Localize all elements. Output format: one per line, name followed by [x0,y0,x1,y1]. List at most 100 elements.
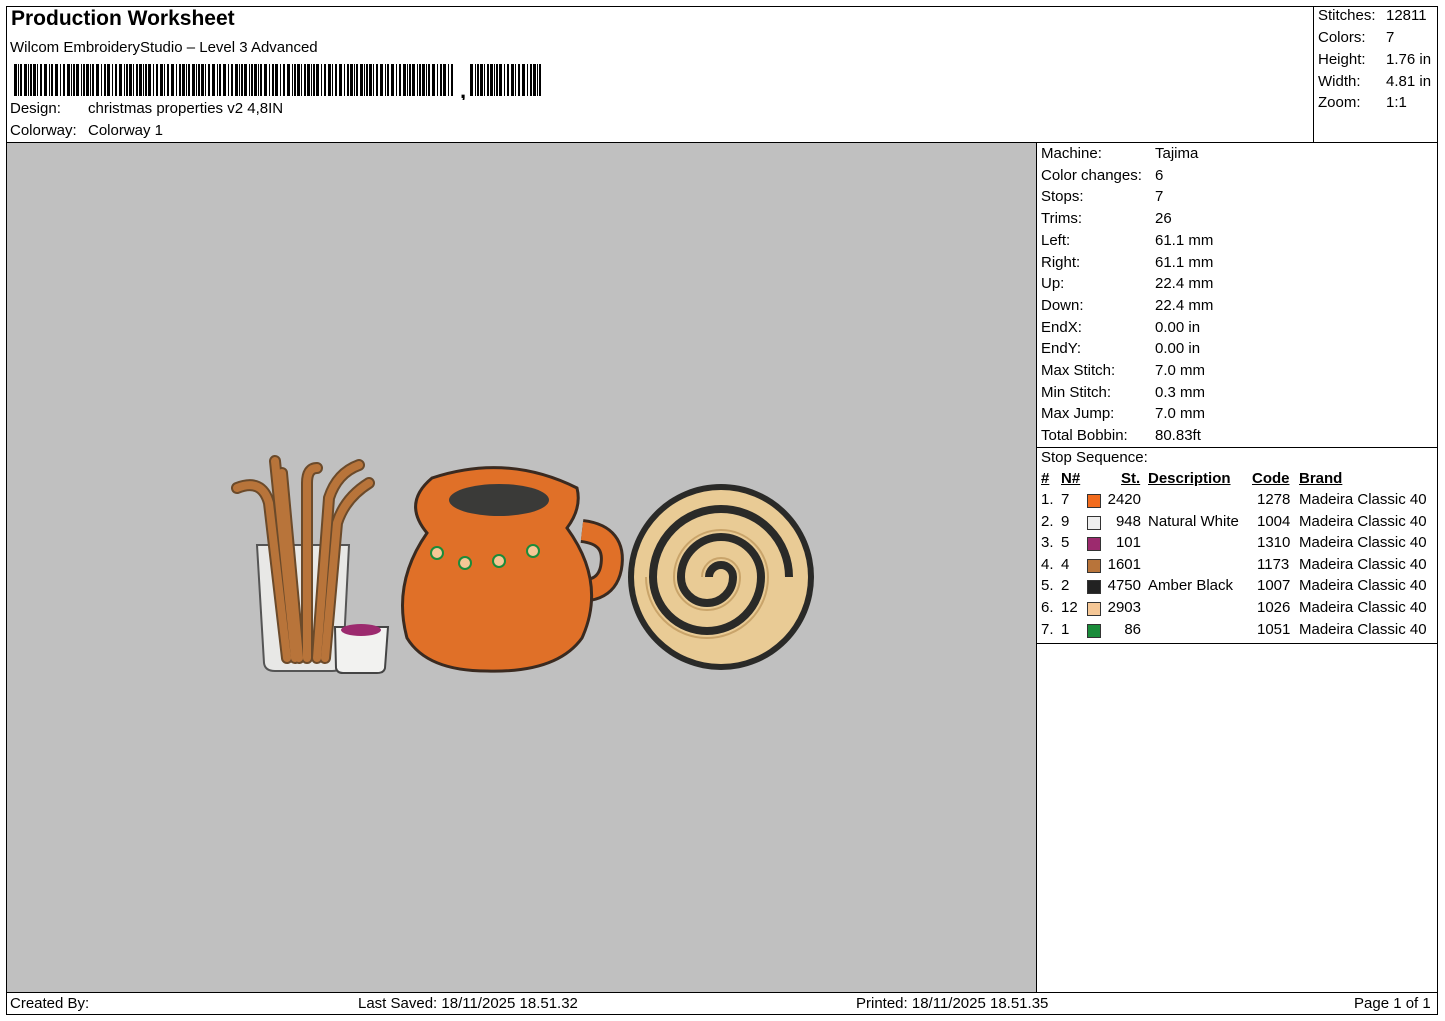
stitch-count: 2420 [1107,491,1141,508]
stat-label: Colors: [1318,29,1366,46]
column-header-desc: Description [1148,470,1231,487]
thread-color-swatch [1087,558,1101,573]
page-number: Page 1 of 1 [1354,995,1431,1012]
colorway-label: Colorway: [10,122,77,139]
thread-color-swatch [1087,537,1101,552]
info-row: Total Bobbin: 80.83ft [1041,427,1201,444]
info-label: Color changes: [1041,166,1142,184]
stat-value: 1:1 [1386,94,1407,111]
info-row: EndY: 0.00 in [1041,340,1200,357]
stop-row: 2. 9 948 Natural White 1004 Madeira Clas… [1037,513,1438,534]
last-saved: Last Saved: 18/11/2025 18.51.32 [358,995,578,1012]
column-header-num: # [1041,470,1050,487]
stop-row: 6. 12 2903 1026 Madeira Classic 40 [1037,599,1438,620]
stat-label: Width: [1318,73,1361,90]
embroidery-design-image [231,455,814,674]
info-row: EndX: 0.00 in [1041,319,1200,336]
clay-mug-icon [401,466,624,673]
svg-text:,: , [460,78,466,100]
info-label: EndX: [1041,318,1082,336]
info-label: Machine: [1041,145,1102,162]
stat-value: 12811 [1386,7,1427,24]
needle-number: 7 [1061,491,1070,508]
thread-code: 1310 [1257,534,1291,552]
stop-index: 2. [1041,512,1054,530]
info-value: 80.83ft [1155,427,1201,445]
info-label: Trims: [1041,210,1083,228]
column-header-st: St. [1121,470,1141,487]
info-value: 7.0 mm [1155,362,1206,379]
printed-date: Printed: 18/11/2025 18.51.35 [856,995,1049,1012]
stop-index: 3. [1041,534,1054,552]
info-value: 7 [1155,188,1164,206]
stop-index: 1. [1041,491,1054,508]
thread-brand: Madeira Classic 40 [1299,599,1427,616]
info-value: 22.4 mm [1155,275,1214,293]
stop-row: 5. 2 4750 Amber Black 1007 Madeira Class… [1037,577,1438,598]
info-value: Tajima [1155,145,1199,162]
stat-colors: Colors: 7 [1318,29,1436,46]
section-divider [1037,643,1438,644]
stitch-count: 86 [1124,620,1141,638]
stop-index: 7. [1041,620,1054,638]
info-label: EndY: [1041,340,1082,358]
info-row: Stops: 7 [1041,188,1163,205]
thread-brand: Madeira Classic 40 [1299,555,1427,573]
page-title: Production Worksheet [11,7,235,30]
stat-label: Zoom: [1318,94,1361,111]
thread-color-swatch [1087,515,1101,530]
stat-value: 1.76 in [1386,51,1432,68]
thread-color-swatch [1087,494,1101,508]
info-row: Up: 22.4 mm [1041,275,1213,292]
worksheet-header: Production Worksheet Wilcom EmbroiderySt… [6,6,1314,143]
stat-stitches: Stitches: 12811 [1318,7,1436,24]
needle-number: 12 [1061,599,1078,616]
thread-color-swatch [1087,602,1101,616]
design-stats: Stitches: 12811 Colors: 7 Height: 1.76 in W… [1314,6,1438,143]
stitch-count: 101 [1115,534,1141,552]
info-value: 7.0 mm [1155,405,1206,423]
thread-brand: Madeira Classic 40 [1299,512,1427,530]
thread-brand: Madeira Classic 40 [1299,491,1427,508]
colorway-value: Colorway 1 [88,122,164,139]
stop-row: 4. 4 1601 1173 Madeira Classic 40 [1037,556,1438,577]
info-label: Down: [1041,296,1084,314]
stop-index: 5. [1041,577,1054,595]
thread-description: Amber Black [1148,577,1234,595]
churros-glass-icon [231,455,390,674]
thread-code: 1173 [1257,555,1290,573]
info-row: Max Jump: 7.0 mm [1041,405,1205,422]
design-preview[interactable] [7,143,1037,992]
info-row: Machine: Tajima [1041,145,1198,162]
stat-value: 4.81 in [1386,73,1432,90]
concha-bread-icon [628,484,814,670]
stitch-count: 1601 [1107,555,1141,573]
thread-brand: Madeira Classic 40 [1299,620,1427,638]
software-name: Wilcom EmbroideryStudio – Level 3 Advanc… [10,39,318,56]
machine-info-panel: Machine: Tajima Color changes: 6 Stops: 7 T… [1037,143,1438,992]
info-label: Right: [1041,253,1081,271]
stat-height: Height: 1.76 in [1318,51,1436,68]
design-row: Design: christmas properties v2 4,8IN [10,100,283,117]
info-value: 0.00 in [1155,318,1201,336]
needle-number: 1 [1061,620,1070,638]
info-value: 26 [1155,210,1172,228]
needle-number: 5 [1061,534,1070,552]
stitch-count: 2903 [1107,599,1141,616]
thread-code: 1051 [1257,620,1291,638]
stat-width: Width: 4.81 in [1318,73,1436,90]
info-row: Left: 61.1 mm [1041,232,1213,249]
thread-description: Natural White [1148,512,1239,530]
column-header-brand: Brand [1299,470,1343,487]
colorway-row: Colorway: Colorway 1 [10,122,163,139]
column-header-code: Code [1252,470,1290,487]
info-row: Color changes: 6 [1041,167,1163,184]
thread-code: 1278 [1257,491,1291,508]
stat-zoom: Zoom: 1:1 [1318,94,1436,111]
design-value: christmas properties v2 4,8IN [88,100,284,117]
stop-row: 7. 1 86 1051 Madeira Classic 40 [1037,621,1438,642]
info-label: Max Jump: [1041,405,1115,423]
thread-brand: Madeira Classic 40 [1299,534,1427,552]
column-header-n: N# [1061,470,1081,487]
info-row: Down: 22.4 mm [1041,297,1213,314]
